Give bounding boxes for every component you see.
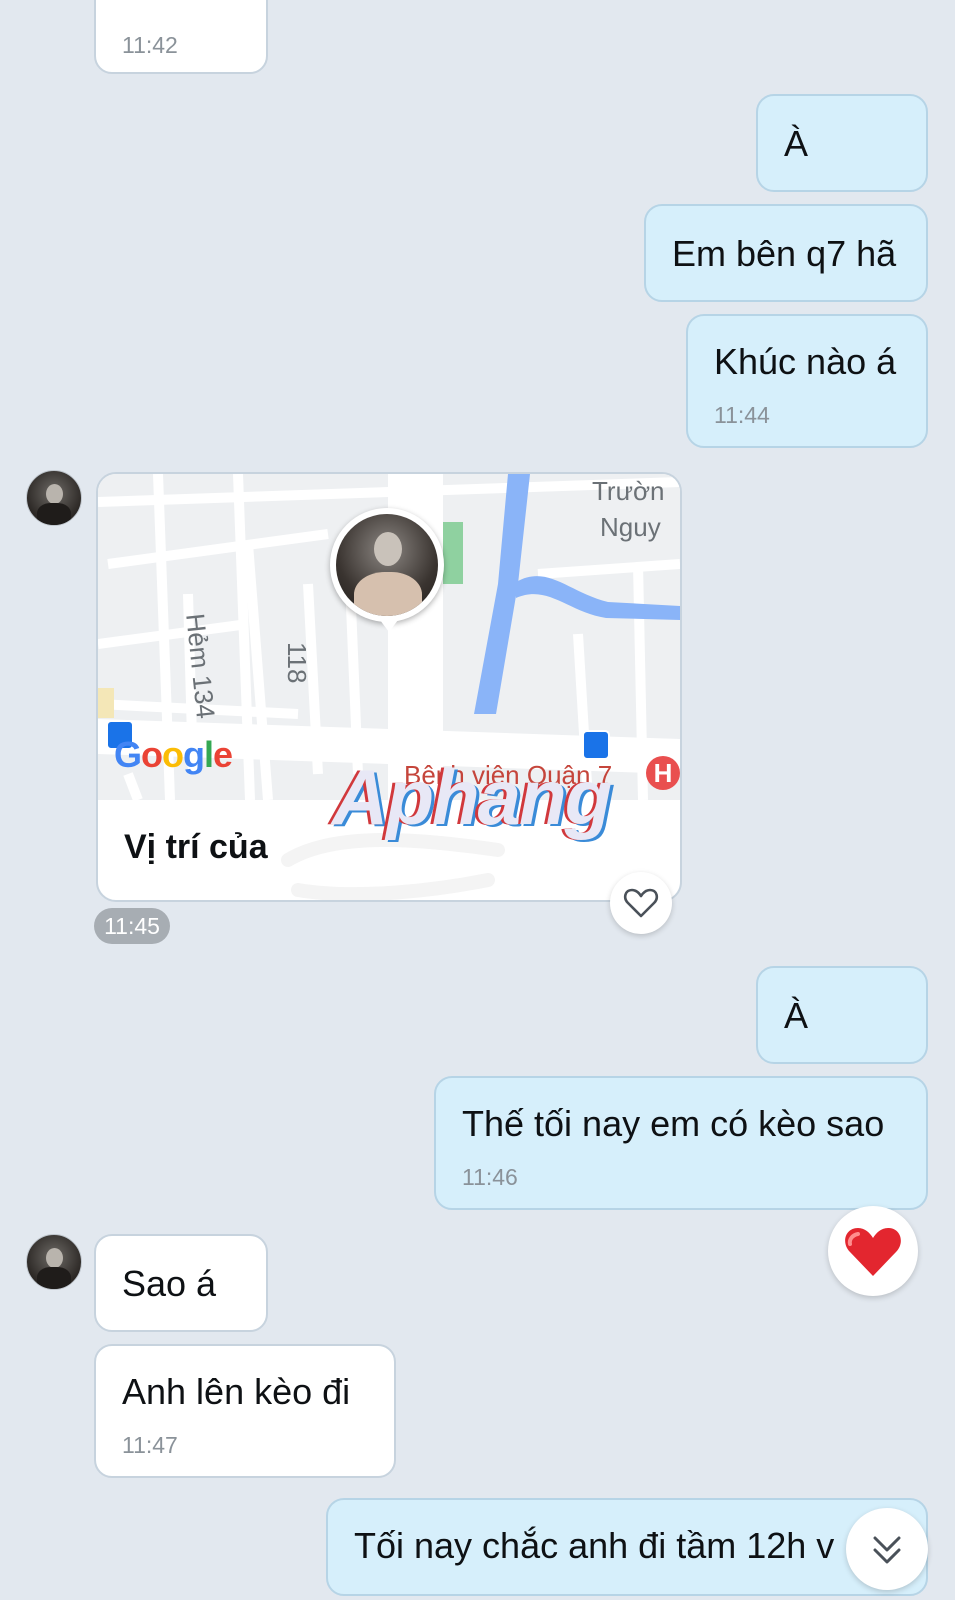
avatar-face xyxy=(46,484,63,504)
message-text: Tối nay chắc anh đi tầm 12h v xyxy=(354,1525,835,1566)
pin-photo xyxy=(336,514,438,616)
message-text: Thế tối nay em có kèo sao xyxy=(462,1103,885,1144)
reaction-button[interactable] xyxy=(828,1206,918,1296)
message-bubble-outgoing[interactable]: Em bên q7 hã xyxy=(644,204,928,302)
message-bubble-incoming[interactable]: Ok 11:42 xyxy=(94,0,268,74)
message-time: 11:46 xyxy=(462,1164,518,1190)
pin-pointer xyxy=(380,620,398,632)
red-heart-icon xyxy=(845,1228,901,1276)
google-logo: Google xyxy=(114,734,233,775)
chevron-double-down-icon xyxy=(873,1536,901,1564)
message-bubble-incoming[interactable]: Anh lên kèo đi 11:47 xyxy=(94,1344,396,1478)
message-text: Khúc nào á xyxy=(714,341,897,382)
scroll-to-bottom-button[interactable] xyxy=(846,1508,928,1590)
message-bubble-incoming[interactable]: Sao á xyxy=(94,1234,268,1332)
message-bubble-outgoing[interactable]: À xyxy=(756,966,928,1064)
map-label-poi: Nguy xyxy=(600,512,661,542)
like-button[interactable] xyxy=(610,872,672,934)
message-time: 11:47 xyxy=(122,1432,178,1458)
contact-avatar[interactable] xyxy=(26,470,82,526)
message-time-pill: 11:45 xyxy=(94,908,170,944)
message-text: À xyxy=(784,995,809,1036)
message-time: 11:42 xyxy=(122,32,178,58)
location-pin-avatar xyxy=(330,508,444,622)
location-title: Vị trí của xyxy=(124,828,268,866)
message-text: Anh lên kèo đi xyxy=(122,1371,351,1412)
pin-photo-body xyxy=(354,572,422,616)
map-label-poi: Trườn xyxy=(592,476,665,506)
hospital-icon: H xyxy=(646,756,680,790)
message-bubble-outgoing[interactable]: Tối nay chắc anh đi tầm 12h v xyxy=(326,1498,928,1596)
watermark: Aphang xyxy=(332,753,612,841)
pin-photo-face xyxy=(374,532,402,566)
message-text: Em bên q7 hã xyxy=(672,233,897,274)
contact-avatar[interactable] xyxy=(26,1234,82,1290)
message-text: Sao á xyxy=(122,1263,217,1304)
message-time: 11:44 xyxy=(714,402,770,428)
avatar-face xyxy=(46,1248,63,1268)
map-label-street: 118 xyxy=(282,642,312,684)
message-bubble-outgoing[interactable]: Thế tối nay em có kèo sao 11:46 xyxy=(434,1076,928,1210)
message-bubble-outgoing[interactable]: Khúc nào á 11:44 xyxy=(686,314,928,448)
avatar-body xyxy=(37,503,71,525)
message-text: À xyxy=(784,123,809,164)
message-bubble-outgoing[interactable]: À xyxy=(756,94,928,192)
heart-outline-icon xyxy=(623,888,659,918)
avatar-body xyxy=(37,1267,71,1289)
